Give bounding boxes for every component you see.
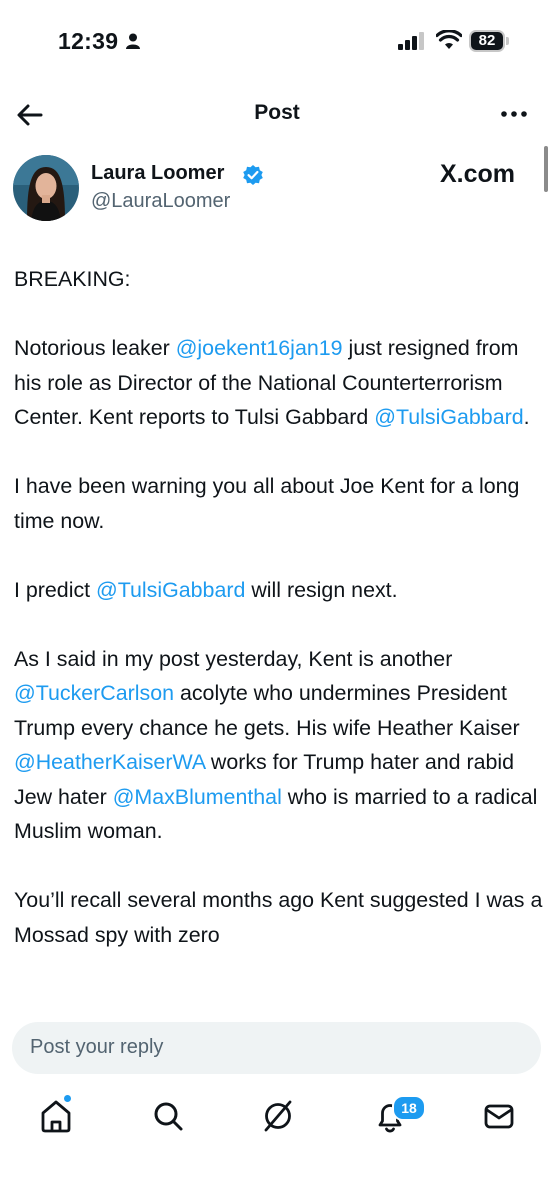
- avatar[interactable]: [13, 155, 79, 221]
- post-text-segment: BREAKING:: [14, 267, 131, 291]
- post-paragraph: You’ll recall several months ago Kent su…: [14, 883, 544, 952]
- wifi-icon: [436, 30, 462, 49]
- mention-link[interactable]: @MaxBlumenthal: [113, 785, 282, 809]
- post-text-segment: I predict: [14, 577, 97, 602]
- mention-link[interactable]: @HeatherKaiserWA: [14, 750, 205, 774]
- post-paragraph: BREAKING:: [14, 262, 544, 297]
- battery-cap: [506, 37, 509, 45]
- status-bar: 12:39 82: [0, 0, 554, 84]
- post-text-segment: will resign next.: [245, 577, 398, 602]
- post-text-segment: I have been warning you all about Joe Ke…: [14, 474, 520, 533]
- more-options-icon[interactable]: [498, 102, 530, 126]
- x-com-text: X.com: [440, 160, 516, 188]
- battery-icon: 82: [469, 30, 505, 52]
- mention-link[interactable]: @TulsiGabbard: [374, 405, 523, 429]
- search-icon[interactable]: [138, 1086, 198, 1146]
- bottom-nav: [0, 1086, 554, 1200]
- status-time: 12:39: [58, 28, 119, 54]
- post-text-segment: You’ll recall several months ago Kent su…: [14, 888, 543, 947]
- post-paragraph: As I said in my post yesterday, Kent is …: [14, 642, 544, 849]
- mention-link[interactable]: @TulsiGabbard: [96, 578, 245, 602]
- mention-link[interactable]: @TuckerCarlson: [14, 681, 174, 705]
- top-bar: Post: [0, 90, 554, 140]
- new-content-dot: [64, 1095, 71, 1102]
- battery-level: 82: [478, 32, 496, 49]
- author-handle[interactable]: @LauraLoomer: [91, 190, 230, 213]
- post-paragraph: I have been warning you all about Joe Ke…: [14, 469, 544, 538]
- verified-badge-icon: [243, 165, 263, 185]
- scrollbar[interactable]: [544, 146, 548, 192]
- reply-input[interactable]: Post your reply: [12, 1022, 541, 1074]
- x-com-watermark: X.com: [440, 160, 515, 189]
- home-icon[interactable]: [26, 1086, 86, 1146]
- post-text-segment: .: [523, 405, 530, 429]
- post-text: BREAKING: Notorious leaker @joekent16jan…: [14, 262, 544, 987]
- post-text-segment: As I said in my post yesterday, Kent is …: [14, 646, 453, 671]
- cellular-signal-icon: [398, 32, 424, 50]
- page-title: Post: [254, 101, 300, 124]
- author-name[interactable]: Laura Loomer: [91, 162, 224, 185]
- notification-count-badge: 18: [392, 1095, 426, 1121]
- grok-icon[interactable]: [248, 1086, 308, 1146]
- post-text-segment: Notorious leaker: [14, 336, 176, 360]
- person-icon: [126, 33, 140, 49]
- post-paragraph: Notorious leaker @joekent16jan19 just re…: [14, 331, 544, 435]
- post-paragraph: I predict @TulsiGabbard will resign next…: [14, 573, 544, 608]
- reply-placeholder: Post your reply: [30, 1036, 164, 1058]
- mention-link[interactable]: @joekent16jan19: [176, 336, 343, 360]
- messages-envelope-icon[interactable]: [469, 1086, 529, 1146]
